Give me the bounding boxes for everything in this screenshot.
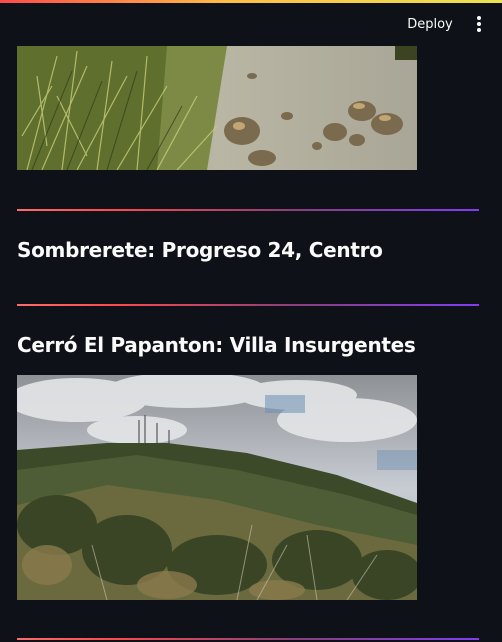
section-divider <box>17 209 479 211</box>
location-heading-sombrerete: Sombrerete: Progreso 24, Centro <box>17 238 383 262</box>
location-heading-papanton: Cerró El Papanton: Villa Insurgentes <box>17 333 416 357</box>
vertical-dots-icon <box>477 16 481 32</box>
app-header: Deploy <box>0 3 502 45</box>
main-menu-button[interactable] <box>468 13 490 35</box>
mountain-photo <box>17 375 417 600</box>
section-divider <box>17 638 479 640</box>
section-divider <box>17 304 479 306</box>
stream-photo <box>17 46 417 170</box>
deploy-button[interactable]: Deploy <box>401 11 459 37</box>
